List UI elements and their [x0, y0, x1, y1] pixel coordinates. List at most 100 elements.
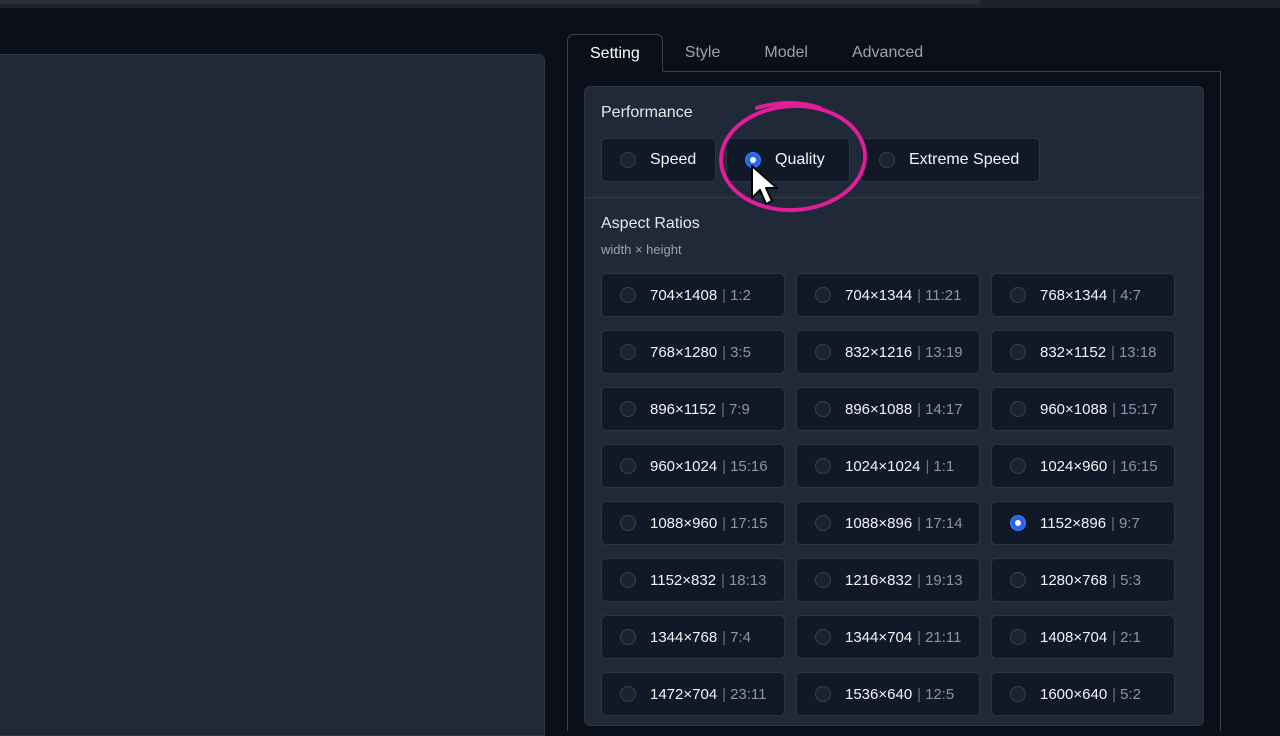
radio-icon[interactable]	[620, 152, 636, 168]
aspect-ratio-option[interactable]: 1024×1024 | 1:1	[796, 444, 980, 488]
radio-icon[interactable]	[815, 686, 831, 702]
aspect-ratio-option[interactable]: 896×1088 | 14:17	[796, 387, 980, 431]
aspect-ratio-option[interactable]: 1344×768 | 7:4	[601, 615, 785, 659]
radio-icon[interactable]	[1010, 686, 1026, 702]
radio-icon[interactable]	[620, 515, 636, 531]
aspect-ratio-option[interactable]: 1216×832 | 19:13	[796, 558, 980, 602]
performance-option-extreme-speed[interactable]: Extreme Speed	[860, 138, 1040, 182]
aspect-ratio-separator: |	[917, 343, 922, 361]
aspect-ratio-ratio: 3:5	[730, 343, 751, 361]
aspect-ratio-option[interactable]: 1536×640 | 12:5	[796, 672, 980, 716]
aspect-ratio-size: 768×1280	[650, 343, 718, 361]
aspect-ratio-ratio: 5:2	[1120, 685, 1141, 703]
aspect-ratio-option[interactable]: 1152×896 | 9:7	[991, 501, 1175, 545]
aspect-ratio-size: 832×1152	[1040, 343, 1107, 361]
aspect-ratio-option[interactable]: 704×1408 | 1:2	[601, 273, 785, 317]
radio-icon[interactable]	[620, 458, 636, 474]
radio-icon[interactable]	[815, 401, 831, 417]
radio-icon[interactable]	[620, 287, 636, 303]
browser-top-bar	[0, 0, 1280, 8]
aspect-ratio-option[interactable]: 896×1152 | 7:9	[601, 387, 785, 431]
aspect-ratio-option[interactable]: 1024×960 | 16:15	[991, 444, 1175, 488]
aspect-ratio-option[interactable]: 1600×640 | 5:2	[991, 672, 1175, 716]
radio-icon[interactable]	[815, 572, 831, 588]
radio-icon[interactable]	[620, 629, 636, 645]
aspect-ratio-ratio: 9:7	[1118, 514, 1140, 532]
aspect-ratio-ratio: 15:17	[1120, 400, 1158, 418]
aspect-ratio-separator: |	[1112, 685, 1117, 703]
radio-icon[interactable]	[1010, 629, 1026, 645]
aspect-ratio-ratio: 14:17	[925, 400, 963, 418]
aspect-ratio-size: 704×1408	[650, 286, 718, 304]
performance-option-quality[interactable]: Quality	[726, 138, 850, 182]
aspect-ratio-option[interactable]: 1088×896 | 17:14	[796, 501, 980, 545]
aspect-ratio-option[interactable]: 1344×704 | 21:11	[796, 615, 980, 659]
radio-icon[interactable]	[1010, 344, 1026, 360]
tab-setting[interactable]: Setting	[567, 34, 663, 72]
aspect-ratio-size: 832×1216	[845, 343, 913, 361]
aspect-ratio-size: 1280×768	[1040, 571, 1108, 589]
radio-icon[interactable]	[1010, 287, 1026, 303]
aspect-ratio-option[interactable]: 1408×704 | 2:1	[991, 615, 1175, 659]
radio-icon[interactable]	[815, 458, 831, 474]
aspect-ratio-ratio: 7:4	[730, 628, 751, 646]
performance-option-speed[interactable]: Speed	[601, 138, 716, 182]
aspect-ratio-size: 1344×768	[650, 628, 718, 646]
performance-option-label: Speed	[650, 151, 697, 168]
aspect-ratio-separator: |	[722, 685, 727, 703]
aspect-ratio-separator: |	[722, 628, 727, 646]
aspect-ratio-size: 1216×832	[845, 571, 913, 589]
aspect-ratio-ratio: 13:18	[1118, 343, 1157, 361]
tab-style[interactable]: Style	[663, 34, 743, 72]
radio-icon[interactable]	[1010, 572, 1026, 588]
radio-checked-icon[interactable]	[745, 152, 761, 168]
aspect-ratio-option[interactable]: 1152×832 | 18:13	[601, 558, 785, 602]
radio-icon[interactable]	[879, 152, 895, 168]
tab-model[interactable]: Model	[742, 34, 830, 72]
aspect-ratio-option[interactable]: 768×1280 | 3:5	[601, 330, 785, 374]
aspect-ratio-size: 960×1024	[650, 457, 718, 475]
aspect-ratio-option[interactable]: 832×1152 | 13:18	[991, 330, 1175, 374]
aspect-ratio-option[interactable]: 960×1024 | 15:16	[601, 444, 785, 488]
radio-icon[interactable]	[620, 344, 636, 360]
radio-icon[interactable]	[815, 629, 831, 645]
aspect-ratio-ratio: 1:2	[730, 286, 751, 304]
aspect-ratio-option[interactable]: 704×1344 | 11:21	[796, 273, 980, 317]
aspect-ratio-separator: |	[917, 400, 922, 418]
aspect-ratio-separator: |	[917, 286, 922, 304]
radio-checked-icon[interactable]	[1010, 515, 1026, 531]
radio-icon[interactable]	[620, 572, 636, 588]
radio-icon[interactable]	[620, 401, 636, 417]
radio-icon[interactable]	[620, 686, 636, 702]
aspect-ratio-option[interactable]: 1472×704 | 23:11	[601, 672, 785, 716]
radio-icon[interactable]	[815, 344, 831, 360]
radio-icon[interactable]	[1010, 401, 1026, 417]
aspect-ratio-separator: |	[1112, 457, 1117, 475]
output-gallery-panel	[0, 54, 545, 736]
aspect-ratio-ratio: 13:19	[925, 343, 963, 361]
aspect-ratio-ratio: 4:7	[1120, 286, 1141, 304]
browser-top-bar-line	[0, 0, 980, 4]
radio-icon[interactable]	[815, 287, 831, 303]
radio-icon[interactable]	[1010, 458, 1026, 474]
aspect-ratio-size: 1472×704	[650, 685, 718, 703]
aspect-ratios-subtitle: width × height	[601, 242, 682, 257]
aspect-ratio-option[interactable]: 1280×768 | 5:3	[991, 558, 1175, 602]
radio-icon[interactable]	[815, 515, 831, 531]
tab-advanced[interactable]: Advanced	[830, 34, 945, 72]
aspect-ratio-size: 704×1344	[845, 286, 913, 304]
aspect-ratio-option[interactable]: 960×1088 | 15:17	[991, 387, 1175, 431]
aspect-ratio-separator: |	[1112, 571, 1117, 589]
aspect-ratio-separator: |	[917, 571, 922, 589]
aspect-ratio-option[interactable]: 832×1216 | 13:19	[796, 330, 980, 374]
aspect-ratio-size: 1024×960	[1040, 457, 1108, 475]
aspect-ratio-option[interactable]: 768×1344 | 4:7	[991, 273, 1175, 317]
aspect-ratio-size: 896×1152	[650, 400, 717, 418]
aspect-ratio-separator: |	[721, 571, 725, 589]
aspect-ratio-size: 1152×832	[650, 571, 717, 589]
aspect-ratio-ratio: 5:3	[1120, 571, 1141, 589]
aspect-ratio-size: 1088×960	[650, 514, 718, 532]
aspect-ratio-option[interactable]: 1088×960 | 17:15	[601, 501, 785, 545]
aspect-ratio-separator: |	[722, 457, 727, 475]
section-divider	[585, 197, 1203, 198]
